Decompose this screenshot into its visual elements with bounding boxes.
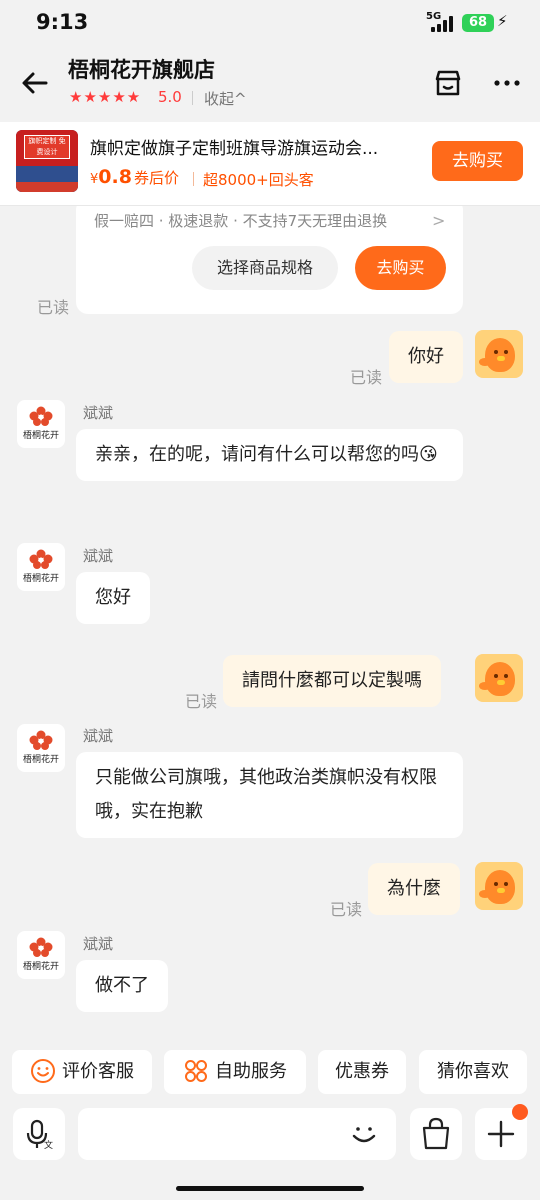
- collapse-button[interactable]: 收起^: [204, 88, 247, 109]
- grid-icon: [185, 1059, 207, 1082]
- status-time: 9:13: [36, 10, 89, 34]
- quick-action-label: 评价客服: [62, 1061, 134, 1082]
- coupon-button[interactable]: 优惠券: [318, 1050, 406, 1094]
- shop-avatar-text: 梧桐花开: [22, 755, 59, 765]
- product-card: 假一赔四 · 极速退款 · 不支持7天无理由退换 > 选择商品规格 去购买: [76, 206, 463, 314]
- product-title[interactable]: 旗帜定做旗子定制班旗导游旗运动会...: [90, 134, 416, 159]
- flower-logo-icon: [29, 730, 53, 750]
- rating-score: 5.0: [158, 88, 182, 106]
- bag-icon: [422, 1117, 450, 1150]
- agent-message[interactable]: 亲亲，在的呢，请问有什么可以帮您的吗😘: [76, 429, 463, 481]
- price-note: 券后价: [133, 169, 179, 187]
- policy-text: 假一赔四 · 极速退款 · 不支持7天无理由退换: [94, 212, 388, 230]
- rate-service-button[interactable]: 评价客服: [12, 1050, 152, 1094]
- rating-stars: ★★★★★: [69, 88, 142, 106]
- agent-message[interactable]: 做不了: [76, 960, 168, 1012]
- my-avatar[interactable]: [475, 862, 523, 910]
- shop-avatar[interactable]: 梧桐花开: [17, 543, 65, 591]
- my-avatar[interactable]: [475, 330, 523, 378]
- store-icon[interactable]: [432, 67, 464, 99]
- select-spec-button[interactable]: 选择商品规格: [192, 246, 338, 290]
- read-receipt: 已读: [350, 368, 383, 387]
- flower-logo-icon: [29, 549, 53, 569]
- read-receipt: 已读: [37, 298, 70, 317]
- smile-icon: [31, 1058, 55, 1083]
- product-bar[interactable]: 旗帜定制 免费设计 旗帜定做旗子定制班旗导游旗运动会... ¥0.8 券后价 超8…: [0, 122, 540, 206]
- shop-avatar-text: 梧桐花开: [22, 574, 59, 584]
- my-message[interactable]: 請問什麼都可以定製嗎: [223, 655, 441, 707]
- card-buy-button[interactable]: 去购买: [355, 246, 446, 290]
- my-message[interactable]: 你好: [389, 331, 463, 383]
- more-icon[interactable]: [490, 68, 524, 98]
- agent-message[interactable]: 只能做公司旗哦，其他政治类旗帜没有权限哦，实在抱歉: [76, 752, 463, 838]
- chat-header: 梧桐花开旗舰店 ★★★★★ 5.0 收起^: [0, 46, 540, 122]
- product-thumbnail[interactable]: 旗帜定制 免费设计: [16, 130, 78, 192]
- read-receipt: 已读: [330, 900, 363, 919]
- product-price: ¥0.8 券后价: [90, 166, 179, 188]
- chat-area[interactable]: 假一赔四 · 极速退款 · 不支持7天无理由退换 > 选择商品规格 去购买 已读…: [0, 206, 540, 1044]
- chevron-right-icon[interactable]: >: [432, 211, 445, 230]
- battery-level: 68: [462, 14, 494, 32]
- agent-name: 斌斌: [83, 935, 114, 953]
- quick-actions-bar: 评价客服 自助服务 优惠券 猜你喜欢: [0, 1044, 540, 1102]
- buy-button[interactable]: 去购买: [432, 141, 523, 181]
- shop-avatar[interactable]: 梧桐花开: [17, 724, 65, 772]
- message-input[interactable]: [78, 1108, 396, 1160]
- read-receipt: 已读: [185, 692, 218, 711]
- signal-icon: [431, 16, 457, 32]
- notification-dot: [512, 1104, 528, 1120]
- quick-action-label: 自助服务: [215, 1061, 287, 1082]
- home-indicator[interactable]: [176, 1186, 364, 1191]
- flower-logo-icon: [29, 937, 53, 957]
- agent-name: 斌斌: [83, 727, 114, 745]
- back-arrow-icon[interactable]: [18, 66, 52, 100]
- voice-icon: 文: [26, 1119, 53, 1151]
- status-bar: 9:13 5G 68 ⚡: [0, 0, 540, 46]
- agent-name: 斌斌: [83, 404, 114, 422]
- price-amount: 0.8: [98, 166, 132, 188]
- repeat-customers: 超8000+回头客: [203, 171, 314, 189]
- thumb-label: 旗帜定制 免费设计: [24, 135, 70, 159]
- emoji-icon[interactable]: [348, 1118, 380, 1150]
- shop-avatar[interactable]: 梧桐花开: [17, 400, 65, 448]
- shopping-bag-button[interactable]: [410, 1108, 462, 1160]
- divider: [193, 172, 194, 186]
- shop-avatar-text: 梧桐花开: [22, 962, 59, 972]
- self-service-button[interactable]: 自助服务: [164, 1050, 306, 1094]
- my-avatar[interactable]: [475, 654, 523, 702]
- shop-avatar-text: 梧桐花开: [22, 431, 59, 441]
- divider: [192, 91, 193, 105]
- shop-name[interactable]: 梧桐花开旗舰店: [68, 54, 215, 84]
- shop-avatar[interactable]: 梧桐花开: [17, 931, 65, 979]
- guess-you-like-button[interactable]: 猜你喜欢: [419, 1050, 527, 1094]
- flower-logo-icon: [29, 406, 53, 426]
- my-message[interactable]: 為什麼: [368, 863, 460, 915]
- charging-icon: ⚡: [497, 12, 508, 30]
- svg-text:文: 文: [44, 1139, 53, 1151]
- agent-name: 斌斌: [83, 547, 114, 565]
- agent-message[interactable]: 您好: [76, 572, 150, 624]
- voice-button[interactable]: 文: [13, 1108, 65, 1160]
